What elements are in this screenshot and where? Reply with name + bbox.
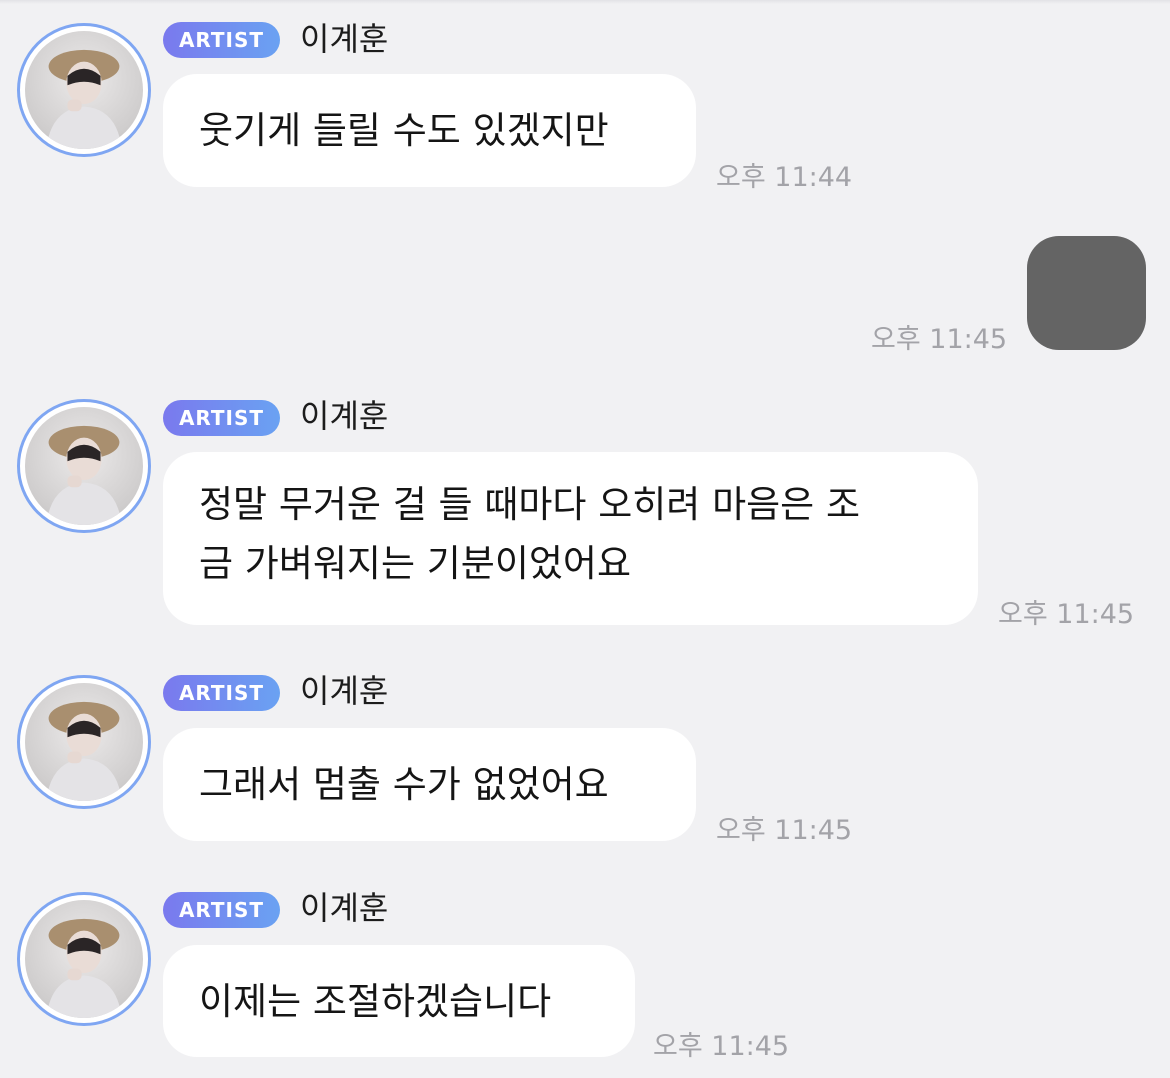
sent-message-time: 오후 11:45 bbox=[871, 324, 1008, 355]
message-time: 오후 11:45 bbox=[716, 815, 853, 846]
artist-avatar[interactable] bbox=[17, 23, 151, 157]
message-line: 그래서 멈출 수가 없었어요 bbox=[199, 763, 609, 806]
message-bubble[interactable]: 웃기게 들릴 수도 있겠지만 bbox=[163, 74, 696, 187]
artist-avatar[interactable] bbox=[17, 675, 151, 809]
avatar-photo bbox=[25, 407, 143, 525]
top-shadow bbox=[0, 0, 1170, 4]
message-line: 정말 무거운 걸 들 때마다 오히려 마음은 조 bbox=[199, 483, 861, 526]
message-bubble[interactable]: 그래서 멈출 수가 없었어요 bbox=[163, 728, 696, 841]
message-time: 오후 11:45 bbox=[653, 1031, 790, 1062]
sent-message-bubble[interactable] bbox=[1027, 236, 1146, 350]
message-line: 웃기게 들릴 수도 있겠지만 bbox=[199, 109, 609, 152]
avatar-photo bbox=[25, 31, 143, 149]
message-time: 오후 11:44 bbox=[716, 162, 853, 193]
sender-name: 이계훈 bbox=[300, 20, 389, 58]
message-bubble[interactable]: 이제는 조절하겠습니다 bbox=[163, 945, 635, 1057]
artist-badge: ARTIST bbox=[163, 22, 280, 58]
artist-badge: ARTIST bbox=[163, 892, 280, 928]
artist-badge: ARTIST bbox=[163, 400, 280, 436]
artist-avatar[interactable] bbox=[17, 399, 151, 533]
message-line: 금 가벼워지는 기분이었어요 bbox=[199, 542, 632, 585]
avatar-photo bbox=[25, 683, 143, 801]
artist-badge: ARTIST bbox=[163, 675, 280, 711]
avatar-photo bbox=[25, 900, 143, 1018]
artist-avatar[interactable] bbox=[17, 892, 151, 1026]
sender-name: 이계훈 bbox=[300, 672, 389, 710]
message-time: 오후 11:45 bbox=[998, 599, 1135, 630]
message-bubble[interactable]: 정말 무거운 걸 들 때마다 오히려 마음은 조 금 가벼워지는 기분이었어요 bbox=[163, 452, 978, 625]
sender-name: 이계훈 bbox=[300, 397, 389, 435]
sender-name: 이계훈 bbox=[300, 889, 389, 927]
message-line: 이제는 조절하겠습니다 bbox=[199, 980, 552, 1023]
